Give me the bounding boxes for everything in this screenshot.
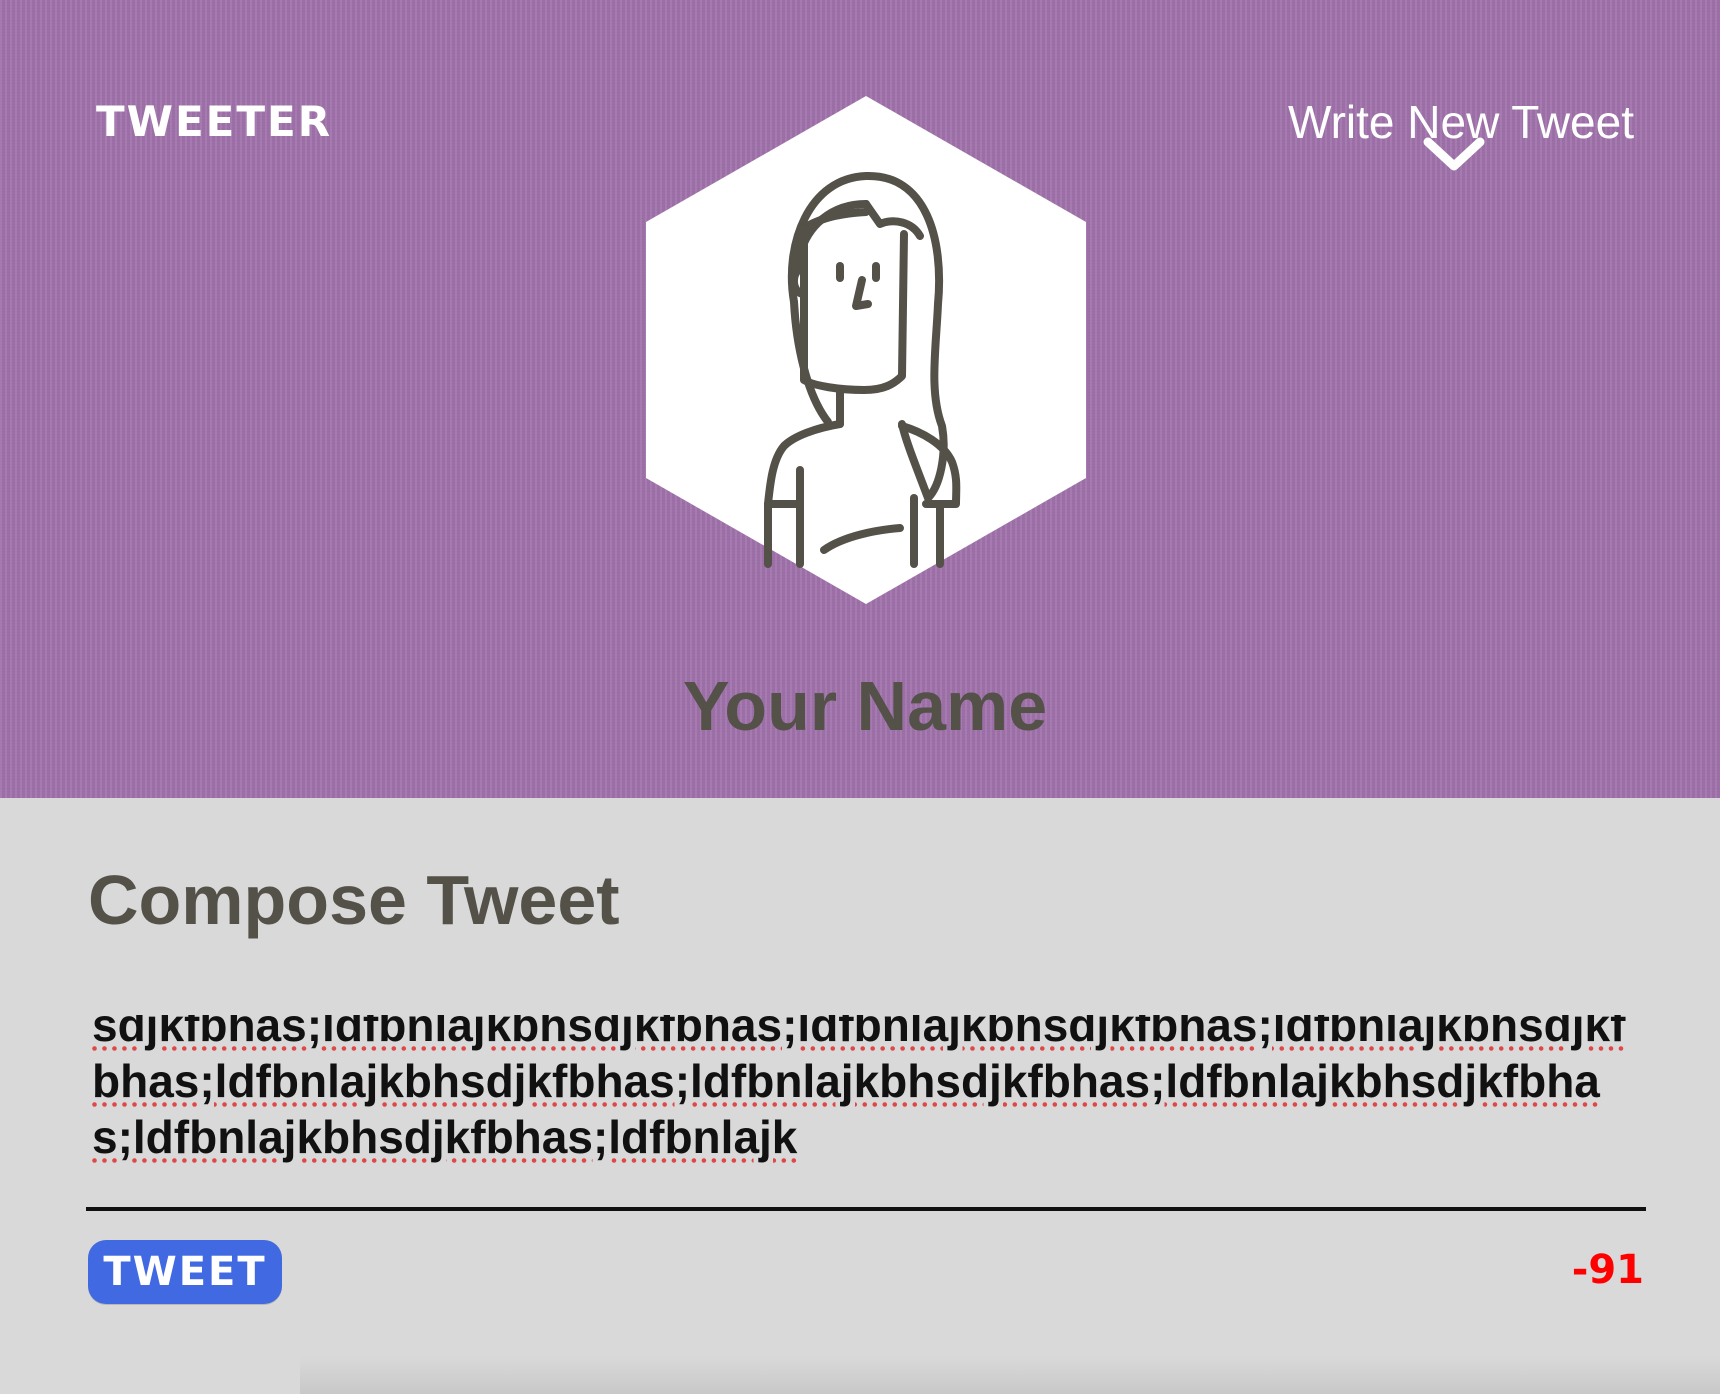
app-logo[interactable]: TWEETER bbox=[96, 96, 332, 148]
avatar-woman-icon bbox=[646, 96, 1086, 604]
tweet-text-content[interactable]: sdjkfbhas;ldfbnlajkbhsdjkfbhas;ldfbnlajk… bbox=[92, 1015, 1640, 1165]
profile-header: TWEETER Write New Tweet Your Name bbox=[0, 0, 1720, 798]
profile-avatar bbox=[644, 94, 1088, 606]
bottom-shadow bbox=[300, 1356, 1720, 1394]
chevron-down-icon[interactable] bbox=[1422, 136, 1486, 176]
compose-title: Compose Tweet bbox=[88, 861, 620, 939]
profile-name: Your Name bbox=[682, 667, 1048, 745]
character-counter: -91 bbox=[1571, 1247, 1644, 1293]
tweet-button[interactable]: TWEET bbox=[88, 1240, 282, 1304]
tweet-textarea[interactable]: sdjkfbhas;ldfbnlajkbhsdjkfbhas;ldfbnlajk… bbox=[86, 1015, 1646, 1211]
